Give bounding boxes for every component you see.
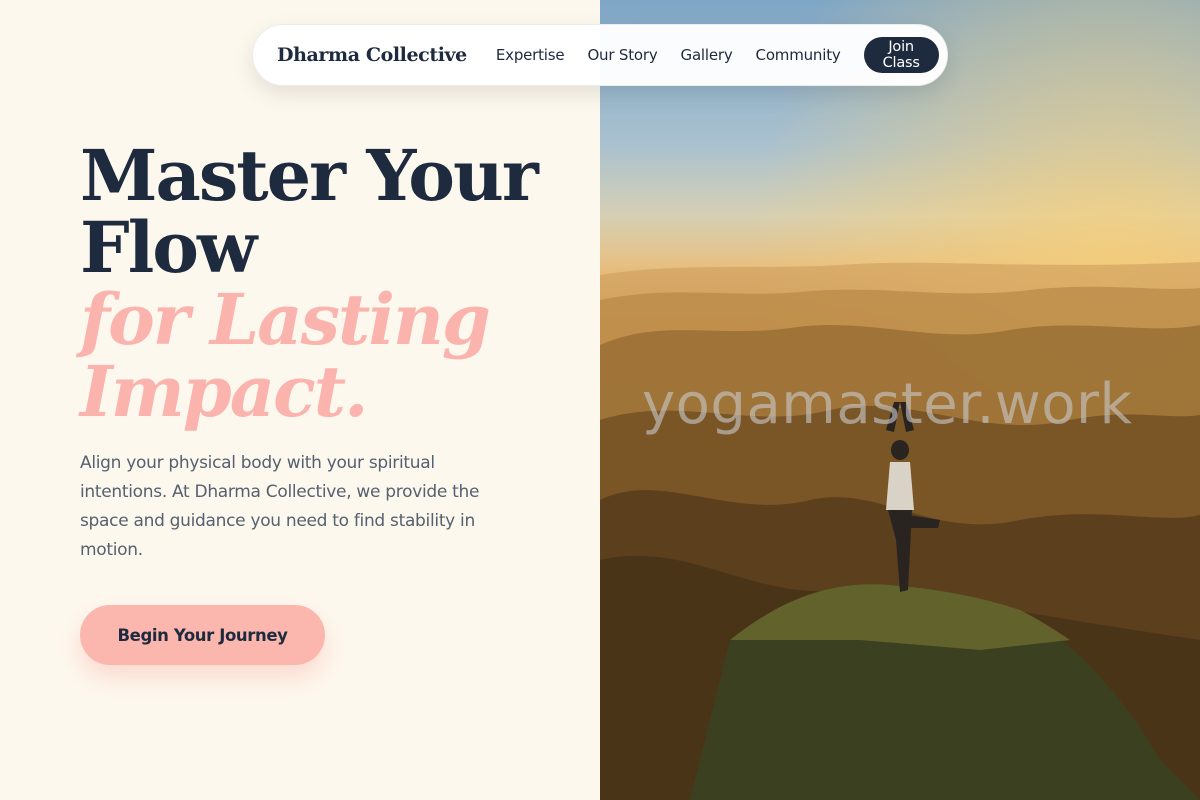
photo-watermark: yogamaster.work [642, 372, 1133, 437]
hero-headline: Master Your Flow for Lasting Impact. [80, 134, 539, 433]
begin-journey-button[interactable]: Begin Your Journey [80, 605, 325, 665]
join-class-button[interactable]: Join Class [863, 37, 939, 73]
nav-link-expertise[interactable]: Expertise [496, 46, 565, 64]
nav-link-community[interactable]: Community [756, 46, 841, 64]
hero-intro-text: Align your physical body with your spiri… [80, 453, 480, 560]
brand-logo[interactable]: Dharma Collective [277, 44, 467, 66]
nav-link-gallery[interactable]: Gallery [681, 46, 733, 64]
headline-line: Master Your [80, 134, 539, 217]
headline-line: Flow [80, 206, 257, 289]
nav-links: Expertise Our Story Gallery Community [496, 46, 864, 64]
headline-accent-line: for Lasting [80, 278, 491, 361]
nav-link-our-story[interactable]: Our Story [587, 46, 657, 64]
headline-accent-line: Impact. [80, 350, 368, 433]
navbar: Dharma Collective Expertise Our Story Ga… [252, 24, 948, 86]
